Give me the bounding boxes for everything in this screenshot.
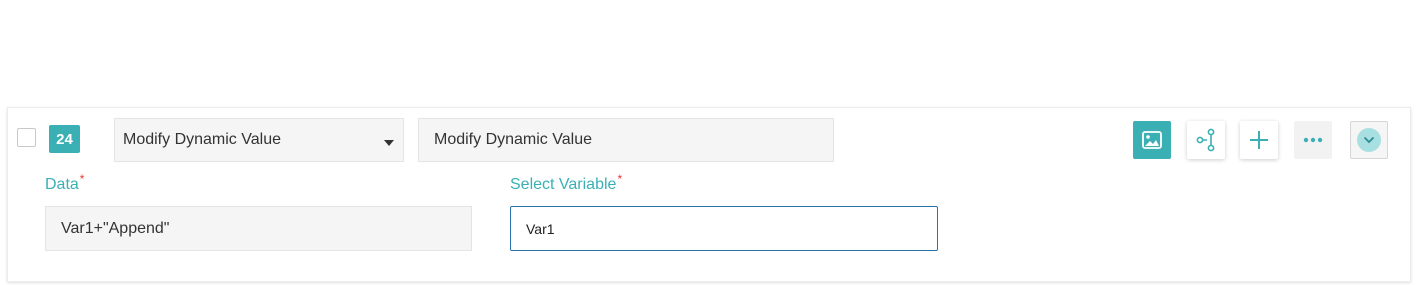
- plus-icon: [1250, 131, 1268, 149]
- data-label: Data*: [45, 172, 84, 194]
- required-mark: *: [617, 172, 623, 186]
- select-variable-input[interactable]: Var1: [510, 206, 938, 251]
- flow-icon: [1196, 128, 1215, 152]
- data-input[interactable]: Var1+"Append": [45, 206, 472, 251]
- image-button[interactable]: [1133, 121, 1171, 159]
- more-icon: [1303, 137, 1323, 143]
- action-select-value: Modify Dynamic Value: [123, 131, 281, 148]
- variable-label-text: Select Variable: [510, 176, 617, 193]
- step-checkbox[interactable]: [17, 128, 36, 147]
- step-number-badge: 24: [49, 125, 80, 153]
- add-step-button[interactable]: [1240, 121, 1278, 159]
- step-card: 24 Modify Dynamic Value Modify Dynamic V…: [7, 107, 1411, 282]
- collapse-button[interactable]: [1350, 121, 1388, 159]
- chevron-circle: [1357, 128, 1381, 152]
- required-mark: *: [79, 172, 85, 186]
- chevron-down-icon: [1363, 136, 1375, 144]
- more-options-button[interactable]: [1294, 121, 1332, 159]
- select-variable-value: Var1: [526, 220, 555, 237]
- flow-button[interactable]: [1187, 121, 1225, 159]
- action-select[interactable]: Modify Dynamic Value: [114, 118, 404, 162]
- caret-down-icon: [384, 140, 394, 146]
- image-icon: [1142, 131, 1162, 149]
- data-label-text: Data: [45, 176, 79, 193]
- step-description-input[interactable]: Modify Dynamic Value: [418, 118, 834, 162]
- step-description-value: Modify Dynamic Value: [434, 131, 592, 148]
- data-input-value: Var1+"Append": [61, 219, 170, 237]
- variable-label: Select Variable*: [510, 172, 622, 194]
